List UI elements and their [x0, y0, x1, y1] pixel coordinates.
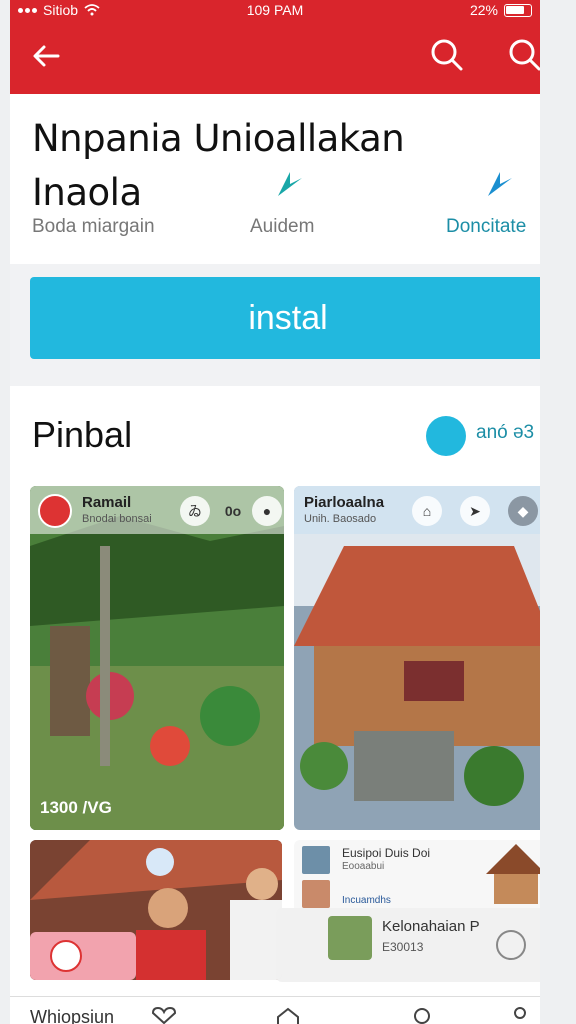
nav-label[interactable]: Whiopsiun: [30, 1007, 114, 1024]
share-icon[interactable]: ➤: [460, 496, 490, 526]
card-subtitle: Bnodai bonsai: [82, 513, 152, 525]
profile-icon[interactable]: ⌂: [412, 496, 442, 526]
mini-player-thumbnail: [328, 916, 372, 960]
heart-icon: [50, 940, 82, 972]
section-title: Pinbal: [32, 414, 133, 455]
app-header-card: Nnpania Unioallakan Inaola Boda miargain…: [10, 94, 540, 264]
search-icon[interactable]: [428, 36, 466, 74]
house-photo: [294, 486, 540, 806]
heart-icon[interactable]: [150, 1007, 178, 1024]
developer-label: Boda miargain: [32, 216, 155, 237]
share-icon[interactable]: [408, 1007, 436, 1024]
play-icon[interactable]: [496, 930, 526, 960]
card-subtitle: Unih. Baosado: [304, 513, 377, 525]
profile-icon[interactable]: [506, 1007, 534, 1024]
thumbnail: [302, 846, 330, 874]
card-action-button[interactable]: ゐ: [180, 496, 210, 526]
list-item-subtitle: Eooaabui: [342, 861, 385, 872]
garden-photo: [30, 486, 284, 830]
list-item-subtitle: Incuamdhs: [342, 895, 391, 906]
battery-icon: [504, 3, 532, 17]
gallery-card[interactable]: Piarloaalna Unih. Baosado ⌂ ➤ ◆: [294, 486, 540, 830]
mini-player[interactable]: Kelonahaian P E30013: [276, 908, 540, 982]
back-arrow-icon[interactable]: [28, 38, 64, 74]
card-title: Ramail: [82, 494, 132, 511]
avatar[interactable]: [38, 494, 72, 528]
status-right: 22%: [470, 2, 532, 18]
install-button[interactable]: instal: [30, 277, 540, 359]
gallery-card[interactable]: Ramail Bnodai bonsai ゐ 0o ● 1300 /VG: [30, 486, 284, 830]
install-section: instal: [10, 264, 540, 386]
share-icon[interactable]: [272, 166, 308, 202]
status-bar: Sitiob 109 PAM 22%: [10, 0, 540, 22]
section-badge-text[interactable]: anó ə3: [476, 422, 534, 444]
app-screen: Sitiob 109 PAM 22% Nnpania Unioallakan I…: [10, 0, 540, 1024]
card-action-button[interactable]: 0o: [218, 496, 248, 526]
house-thumbnail: [486, 844, 540, 904]
bottom-nav: Whiopsiun: [10, 996, 540, 1024]
list-item-title: Eusipoi Duis Doi: [342, 846, 431, 860]
mini-player-title: Kelonahaian P: [382, 918, 480, 935]
chat-icon[interactable]: [426, 416, 466, 456]
thumbnail: [302, 880, 330, 908]
more-icon[interactable]: ◆: [508, 496, 538, 526]
share-icon[interactable]: [482, 166, 518, 202]
more-icon[interactable]: ●: [252, 496, 282, 526]
battery-percent: 22%: [469, 2, 498, 18]
mini-player-subtitle: E30013: [382, 940, 424, 954]
meta-right-link[interactable]: Doncitate: [446, 216, 526, 238]
status-time: 109 PAM: [246, 2, 304, 18]
card-footer-text: 1300 /VG: [40, 798, 112, 817]
home-icon[interactable]: [274, 1007, 302, 1024]
card-title: Piarloaalna: [304, 494, 385, 511]
app-title: Nnpania Unioallakan Inaola: [32, 117, 405, 214]
search-icon[interactable]: [506, 36, 540, 74]
reaction-button[interactable]: [30, 932, 136, 980]
meta-mid-label[interactable]: Auidem: [250, 216, 314, 238]
gallery-section: Pinbal anó ə3 Ramail Bnodai bonsai ゐ 0o …: [10, 386, 540, 996]
app-bar: [10, 22, 540, 94]
